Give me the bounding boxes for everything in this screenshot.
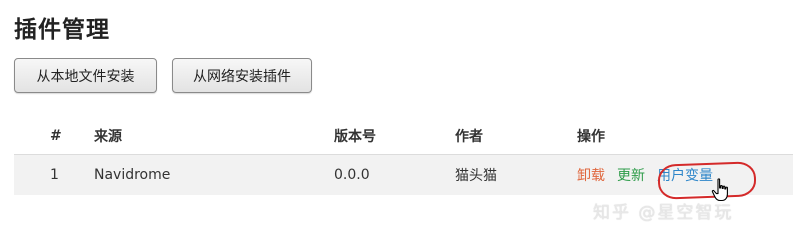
table-header: # 来源 版本号 作者 操作 [14,118,793,155]
highlight-ring [657,161,757,200]
watermark: 知乎 @星空智玩 [593,203,734,223]
row-version: 0.0.0 [334,167,370,183]
header-actions: 操作 [577,129,605,145]
header-index: # [50,128,62,144]
page-title: 插件管理 [14,17,110,43]
uninstall-link[interactable]: 卸载 [577,165,605,185]
row-author: 猫头猫 [455,168,497,184]
row-source: Navidrome [94,167,171,183]
row-index: 1 [50,167,59,183]
header-source: 来源 [94,129,122,145]
header-version: 版本号 [334,129,376,145]
header-author: 作者 [455,129,483,145]
install-from-network-button[interactable]: 从网络安装插件 [172,58,312,93]
update-link[interactable]: 更新 [617,165,645,185]
install-from-local-file-button[interactable]: 从本地文件安装 [14,58,157,93]
